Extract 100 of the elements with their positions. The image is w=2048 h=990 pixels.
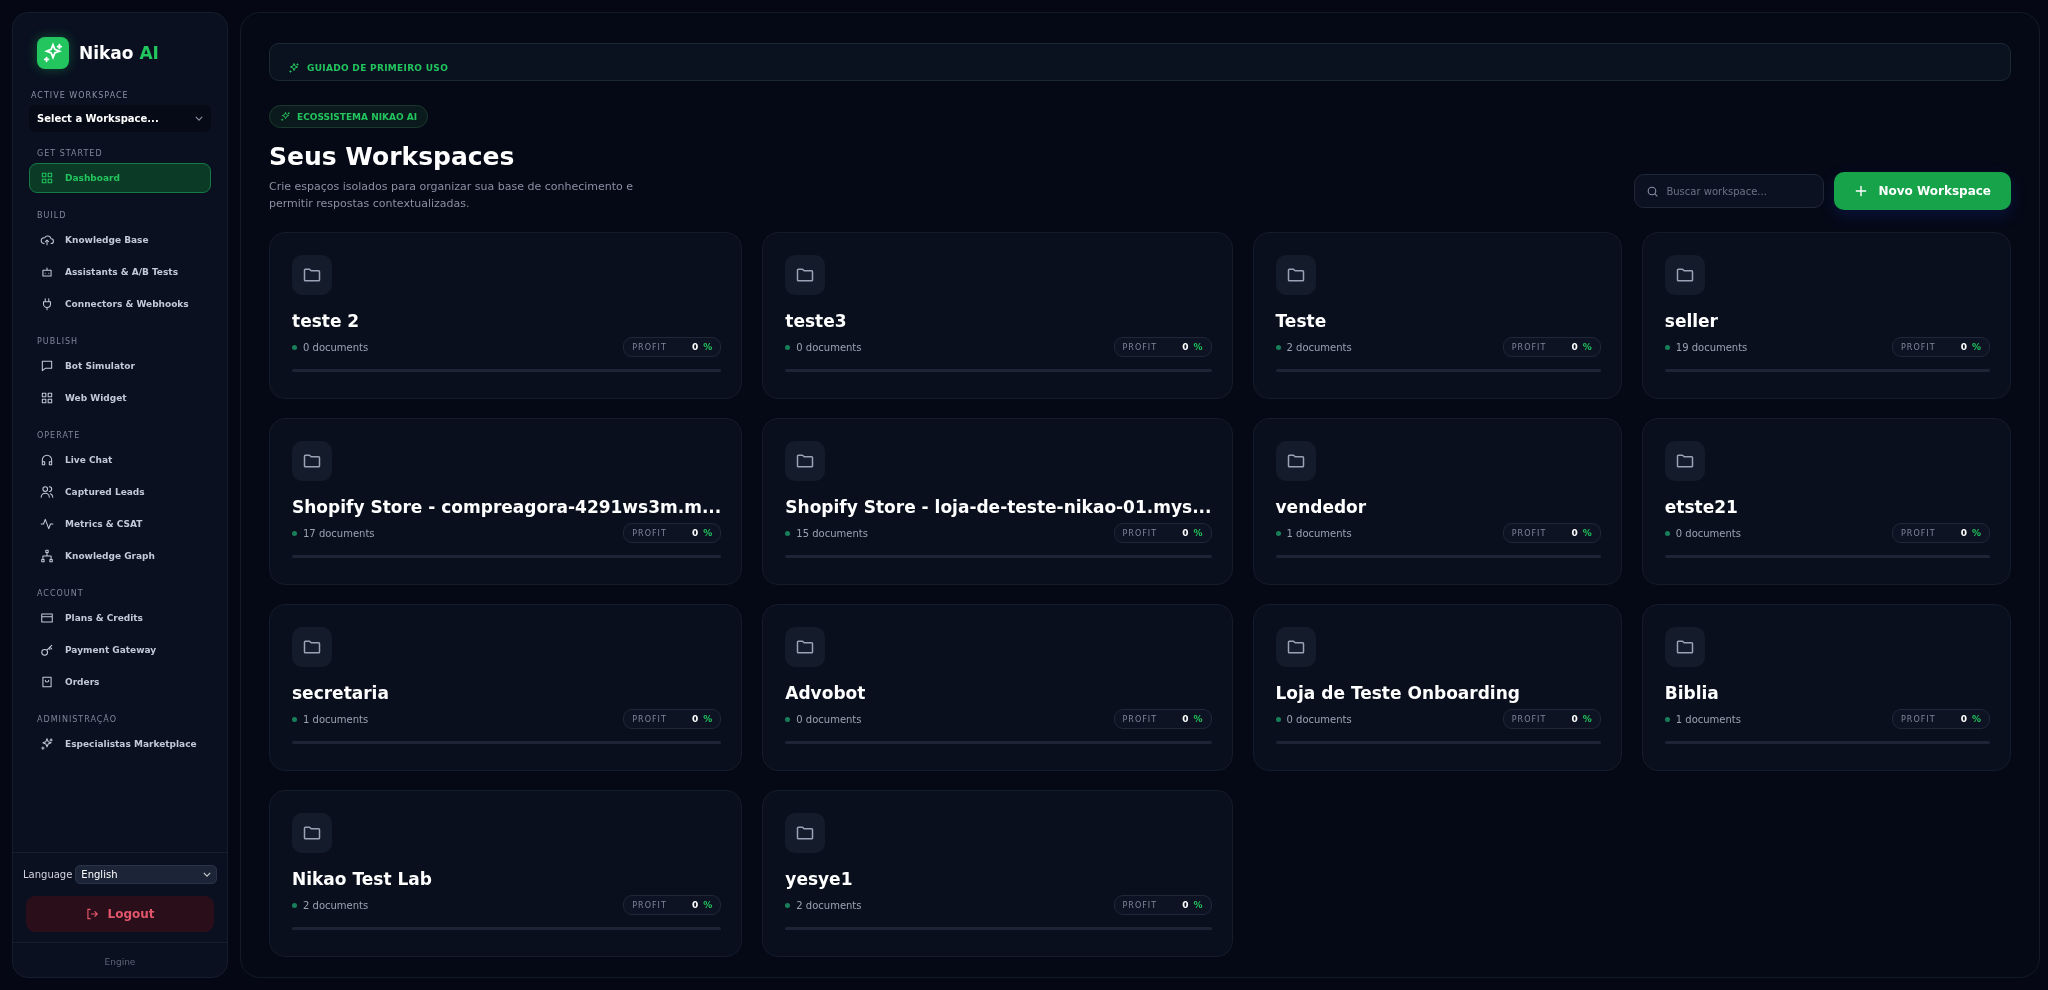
workspace-card[interactable]: etste21 0 documents PROFIT 0 % <box>1641 418 2011 585</box>
profit-unit: % <box>1582 342 1592 352</box>
profit-value: 0 <box>1182 342 1189 352</box>
chevron-down-icon <box>203 872 211 877</box>
workspace-name: Biblia <box>1664 683 1720 703</box>
workspace-name: yesye1 <box>785 869 854 889</box>
profit-label: PROFIT <box>632 714 668 724</box>
profit-value: 0 <box>1182 900 1189 910</box>
guide-banner-text: GUIADO DE PRIMEIRO USO <box>307 63 449 73</box>
status-dot-icon <box>1275 344 1281 350</box>
workspace-card[interactable]: teste 2 0 documents PROFIT 0 % <box>269 232 743 399</box>
workspace-name: Shopify Store - compreagora-4291ws3m.m... <box>292 497 722 517</box>
profit-unit: % <box>1193 900 1203 910</box>
section-label: PUBLISH <box>37 337 80 346</box>
footer-text: Engine <box>13 942 227 967</box>
status-dot-icon <box>1664 344 1670 350</box>
profit-label: PROFIT <box>1122 714 1159 724</box>
folder-icon <box>1664 255 1705 295</box>
nav-item[interactable]: Captured Leads <box>29 477 211 507</box>
document-count: 2 documents <box>796 899 863 911</box>
page-subtitle: Crie espaços isolados para organizar sua base de conhecimento e permitir respostas contextualizadas. <box>269 179 635 212</box>
nav-item[interactable]: Web Widget <box>29 383 211 413</box>
status-dot-icon <box>1275 716 1281 722</box>
folder-icon <box>785 813 826 853</box>
profit-label: PROFIT <box>1122 342 1159 352</box>
document-count: 0 documents <box>1675 527 1742 539</box>
profit-value: 0 <box>692 342 699 352</box>
workspace-card[interactable]: Shopify Store - compreagora-4291ws3m.m... 17 documents PROFIT 0 % <box>269 418 743 585</box>
workspace-card[interactable]: Shopify Store - loja-de-teste-nikao-01.mys... 15 documents PROFIT 0 % <box>762 418 1233 585</box>
document-count: 0 documents <box>796 713 863 725</box>
workspace-card[interactable]: Biblia 1 documents PROFIT 0 % <box>1641 604 2011 771</box>
profit-label: PROFIT <box>1122 900 1159 910</box>
folder-icon <box>292 255 332 295</box>
guide-banner[interactable]: GUIADO DE PRIMEIRO USO <box>269 43 2011 81</box>
search-field[interactable]: Buscar workspace... <box>1634 174 1825 208</box>
section-label: BUILD <box>37 211 68 220</box>
folder-icon <box>1275 441 1316 481</box>
folder-icon <box>1275 255 1316 295</box>
nav-item[interactable]: Especialistas Marketplace <box>29 729 211 759</box>
document-count: 0 documents <box>796 341 863 353</box>
status-dot-icon <box>785 344 791 350</box>
pulse-icon <box>40 517 54 531</box>
workspace-card[interactable]: Loja de Teste Onboarding 0 documents PROFIT 0 % <box>1252 604 1622 771</box>
workspace-card[interactable]: yesye1 2 documents PROFIT 0 % <box>762 790 1233 957</box>
document-count: 2 documents <box>303 899 370 911</box>
logout-button[interactable]: Logout <box>26 896 214 932</box>
profit-unit: % <box>1193 528 1203 538</box>
profit-value: 0 <box>1182 528 1189 538</box>
nav-item[interactable]: Live Chat <box>29 445 211 475</box>
workspace-name: seller <box>1664 311 1719 331</box>
nav-item[interactable]: Bot Simulator <box>29 351 211 381</box>
workspace-card[interactable]: vendedor 1 documents PROFIT 0 % <box>1252 418 1622 585</box>
profit-unit: % <box>703 900 713 910</box>
workspace-name: teste 2 <box>292 311 361 331</box>
status-dot-icon <box>292 716 297 722</box>
search-icon <box>1646 185 1660 198</box>
nav-item[interactable]: Knowledge Graph <box>29 541 211 571</box>
profit-label: PROFIT <box>1511 714 1548 724</box>
folder-icon <box>1664 441 1705 481</box>
folder-icon <box>1275 627 1316 667</box>
section-label: OPERATE <box>37 431 82 440</box>
profit-label: PROFIT <box>1511 528 1548 538</box>
folder-icon <box>1664 627 1705 667</box>
grid-icon <box>40 391 54 405</box>
nav-item[interactable]: Plans & Credits <box>29 603 211 633</box>
workspace-card[interactable]: secretaria 1 documents PROFIT 0 % <box>269 604 743 771</box>
nav-item[interactable]: Knowledge Base <box>29 225 211 255</box>
workspace-card[interactable]: teste3 0 documents PROFIT 0 % <box>762 232 1233 399</box>
language-select[interactable]: English <box>75 865 217 884</box>
profit-label: PROFIT <box>632 342 668 352</box>
profit-label: PROFIT <box>1901 714 1937 724</box>
nav-item[interactable]: Assistants & A/B Tests <box>29 257 211 287</box>
workspace-card[interactable]: Teste 2 documents PROFIT 0 % <box>1252 232 1622 399</box>
workspace-card[interactable]: Advobot 0 documents PROFIT 0 % <box>762 604 1233 771</box>
nav-item[interactable]: Orders <box>29 667 211 697</box>
workspace-card[interactable]: Nikao Test Lab 2 documents PROFIT 0 % <box>269 790 743 957</box>
profit-label: PROFIT <box>632 900 668 910</box>
profit-unit: % <box>1193 714 1203 724</box>
nav-item[interactable]: Payment Gateway <box>29 635 211 665</box>
sparkles-icon <box>40 737 54 751</box>
nav-item[interactable]: Connectors & Webhooks <box>29 289 211 319</box>
profit-unit: % <box>1971 528 1981 538</box>
nav-item[interactable]: Dashboard <box>29 163 211 193</box>
grid-icon <box>40 171 54 185</box>
profit-value: 0 <box>692 528 699 538</box>
status-dot-icon <box>1275 530 1281 536</box>
ecosystem-badge: ECOSSISTEMA NIKAO AI <box>269 105 429 128</box>
credit-card-icon <box>40 611 54 625</box>
chat-bubble-icon <box>40 359 54 373</box>
profit-unit: % <box>1971 714 1981 724</box>
document-count: 1 documents <box>303 713 370 725</box>
status-dot-icon <box>785 530 791 536</box>
status-dot-icon <box>785 902 791 908</box>
workspace-card[interactable]: seller 19 documents PROFIT 0 % <box>1641 232 2011 399</box>
profit-value: 0 <box>1960 714 1967 724</box>
bag-icon <box>40 675 54 689</box>
profit-value: 0 <box>692 900 699 910</box>
workspace-select[interactable]: Select a Workspace... <box>29 105 211 132</box>
nav-item[interactable]: Metrics & CSAT <box>29 509 211 539</box>
folder-icon <box>292 813 332 853</box>
